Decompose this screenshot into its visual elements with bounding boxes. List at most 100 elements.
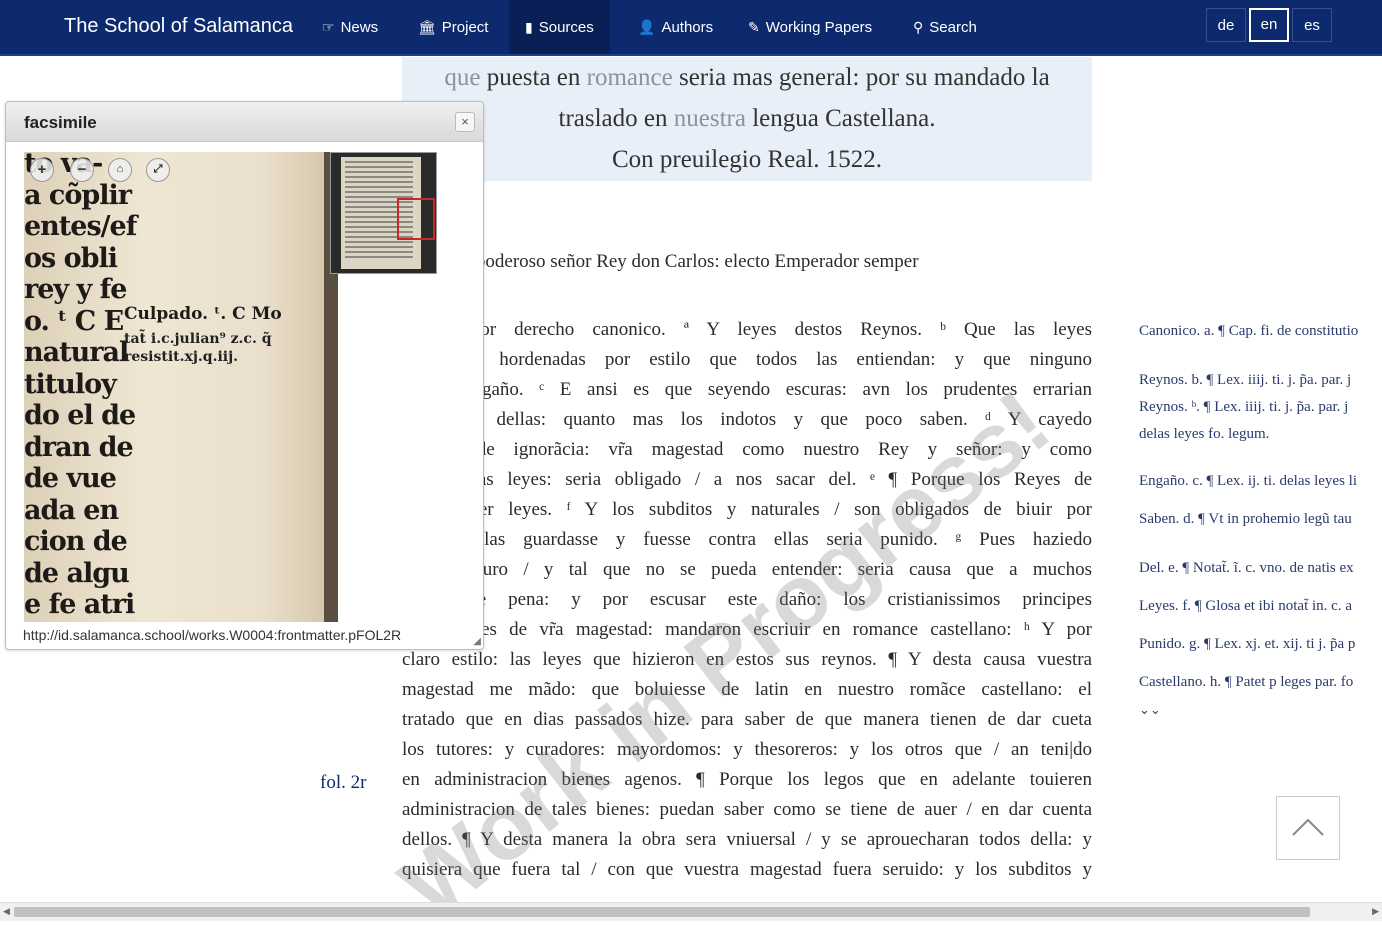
nav-search-label: Search — [929, 19, 977, 36]
title-text: lengua Castellana. — [745, 105, 936, 132]
close-icon[interactable]: × — [455, 112, 475, 132]
nav-working-papers-label: Working Papers — [765, 19, 873, 36]
nav-sources-label: Sources — [538, 19, 594, 36]
text-line: antecessores de vr̃a magestad: mandaron … — [402, 619, 1092, 640]
abbr-word[interactable]: romance — [587, 64, 673, 91]
note-item[interactable]: Del. e. ¶ Notat̃. ĩ. c. vno. de natis ex — [1139, 555, 1382, 582]
scan-line: tituloy — [24, 368, 117, 400]
navigator-viewport[interactable] — [397, 198, 435, 240]
scan-line: dran de — [24, 431, 134, 463]
text-line: en administracion bienes agenos. ¶ Porqu… — [402, 769, 1092, 790]
nav-authors-label: Authors — [661, 19, 714, 36]
scrollbar-thumb[interactable] — [14, 907, 1310, 917]
pencil-icon: ✎ — [748, 19, 760, 35]
nav-news-label: News — [340, 19, 379, 36]
scan-line: do el de — [24, 400, 136, 431]
title-line-2: traslado en nuestra lengua Castellana. — [402, 98, 1092, 139]
text-line: administracion de tales bienes: puedan s… — [402, 799, 1092, 820]
scan-line: a cõplir — [24, 179, 132, 211]
scan-text: to va-a cõplir entes/ef os obli rey y fe o. … — [24, 152, 137, 621]
facsimile-title: facsimile — [24, 113, 97, 132]
text-line: estilo escuro / y tal que no se pueda en… — [402, 559, 1092, 580]
scan-line: ada en — [24, 494, 119, 526]
text-line: reciba engaño. ᶜ E ansi es que seyendo e… — [402, 379, 1092, 400]
file-icon: ▮ — [525, 19, 533, 35]
main-text: escrito por derecho canonico. ª Y leyes … — [402, 315, 1092, 885]
note-text: delas leyes fo. legum. — [1139, 426, 1270, 442]
abbr-word[interactable]: nuestra — [674, 105, 746, 132]
lang-es-button[interactable]: es — [1292, 8, 1332, 42]
nav-sources[interactable]: ▮ Sources — [509, 0, 610, 54]
scan-line: o. ᵗ C E — [24, 305, 124, 337]
brand-link[interactable]: The School of Salamanca — [64, 15, 293, 38]
scroll-right-icon[interactable]: ▶ — [1372, 906, 1379, 917]
title-line-3: Con preuilegio Real. 1522. — [611, 146, 883, 173]
facsimile-header[interactable]: facsimile × — [6, 102, 483, 142]
institution-icon: 🏛 — [418, 19, 436, 35]
facsimile-url: http://id.salamanca.school/works.W0004:f… — [23, 627, 402, 643]
dedication-line: alto Muy poderoso señor Rey don Carlos: … — [402, 251, 919, 272]
facsimile-window[interactable]: facsimile × to va-a cõplir entes/ef os obl… — [5, 101, 484, 650]
top-navbar: The School of Salamanca ☞ News 🏛 Project ▮… — [0, 0, 1382, 56]
search-icon: ⚲ — [913, 19, 924, 35]
scroll-left-icon[interactable]: ◀ — [3, 906, 10, 917]
text-line: eden hazer leyes. ᶠ Y los subditos y nat… — [402, 499, 1092, 520]
scan-line: os obli — [24, 242, 118, 274]
zoom-in-icon[interactable]: + — [30, 158, 54, 182]
marginal-notes: Canonico. a. ¶ Cap. fi. de constitutio R… — [1139, 318, 1382, 734]
text-line: elas dichas leyes: seria obligado / a no… — [402, 469, 1092, 490]
scan-line: de algu — [24, 557, 130, 589]
title-text: puesta en — [480, 64, 587, 91]
note-item[interactable]: Saben. d. ¶ Vt in prohemio legũ tau — [1139, 506, 1382, 533]
text-line: dellos. ¶ Y desta manera la obra sera vn… — [402, 829, 1092, 850]
title-line-1: que puesta en romance seria mas general:… — [402, 57, 1092, 98]
fullscreen-icon[interactable]: ⤢ — [146, 158, 170, 182]
hand-point-icon: ☞ — [322, 19, 335, 35]
note-item[interactable]: Punido. g. ¶ Lex. xj. et. xij. ti j. p̃a… — [1139, 631, 1382, 658]
abbr-word[interactable]: que — [444, 64, 480, 91]
expand-notes-icon[interactable]: ⌄⌄ — [1139, 696, 1382, 723]
note-item[interactable]: Leyes. f. ¶ Glosa et ibi notat̃ in. c. a — [1139, 593, 1382, 620]
folio-marker[interactable]: fol. 2r — [320, 772, 366, 794]
note-item[interactable]: Engaño. c. ¶ Lex. ij. ti. delas leyes li — [1139, 468, 1382, 495]
title-text: traslado en — [558, 105, 674, 132]
text-line: l lazo de ignorãcia: vr̃a magestad como … — [402, 439, 1092, 460]
chevron-up-icon — [1292, 818, 1324, 836]
facsimile-viewer[interactable]: to va-a cõplir entes/ef os obli rey y fe o. … — [24, 152, 338, 622]
title-page-block: que puesta en romance seria mas general:… — [402, 57, 1092, 181]
nav-project-label: Project — [441, 19, 489, 36]
text-line: claras: y hordenadas por estilo que todo… — [402, 349, 1092, 370]
resize-handle-icon[interactable]: ◢ — [473, 636, 481, 647]
nav-search[interactable]: ⚲ Search — [897, 0, 993, 54]
nav-working-papers[interactable]: ✎ Working Papers — [732, 0, 888, 54]
zoom-out-icon[interactable]: − — [70, 158, 94, 182]
lang-de-button[interactable]: de — [1206, 8, 1246, 42]
lang-en-button[interactable]: en — [1249, 8, 1289, 42]
note-item[interactable]: Castellano. h. ¶ Patet p leges par. fo — [1139, 669, 1382, 696]
scan-margin-note-line: resistit.xj.q.iij. — [124, 349, 239, 365]
nav-news[interactable]: ☞ News — [306, 0, 394, 54]
note-text: Reynos. ᵇ. ¶ Lex. iiij. ti. j. p̃a. par.… — [1139, 399, 1349, 415]
note-item[interactable]: Reynos. b. ¶ Lex. iiij. ti. j. p̃a. par.… — [1139, 367, 1382, 448]
text-line: escrito por derecho canonico. ª Y leyes … — [402, 319, 1092, 340]
facsimile-navigator[interactable] — [330, 152, 437, 274]
text-line: magestad me mãdo: que boluiesse de latin… — [402, 679, 1092, 700]
scan-line: natural — [24, 337, 129, 368]
text-line: quisiera que fuera tal / con que vuestra… — [402, 859, 1092, 880]
text-line: los tutores: y curadores: mayordomos: y … — [402, 739, 1092, 760]
scan-margin-note: Culpado. ᵗ. C Mo — [124, 304, 282, 324]
text-line: ndimiento dellas: quanto mas los indotos… — [402, 409, 1092, 430]
scan-line: de vue — [24, 463, 117, 494]
nav-project[interactable]: 🏛 Project — [402, 0, 504, 54]
user-icon: 👤 — [638, 19, 656, 35]
home-icon[interactable]: ⌂ — [108, 158, 132, 182]
scan-line: e fe atri — [24, 589, 135, 620]
horizontal-scrollbar[interactable]: ◀ ▶ — [0, 902, 1382, 921]
text-line: que no las guardasse y fuesse contra ell… — [402, 529, 1092, 550]
note-text: Reynos. b. ¶ Lex. iiij. ti. j. p̃a. par.… — [1139, 372, 1352, 388]
nav-authors[interactable]: 👤 Authors — [622, 0, 729, 54]
scroll-to-top-button[interactable] — [1276, 796, 1340, 860]
scan-line: cion de — [24, 526, 128, 557]
note-item[interactable]: Canonico. a. ¶ Cap. fi. de constitutio — [1139, 318, 1382, 345]
scan-line: rey y fe — [24, 274, 127, 305]
